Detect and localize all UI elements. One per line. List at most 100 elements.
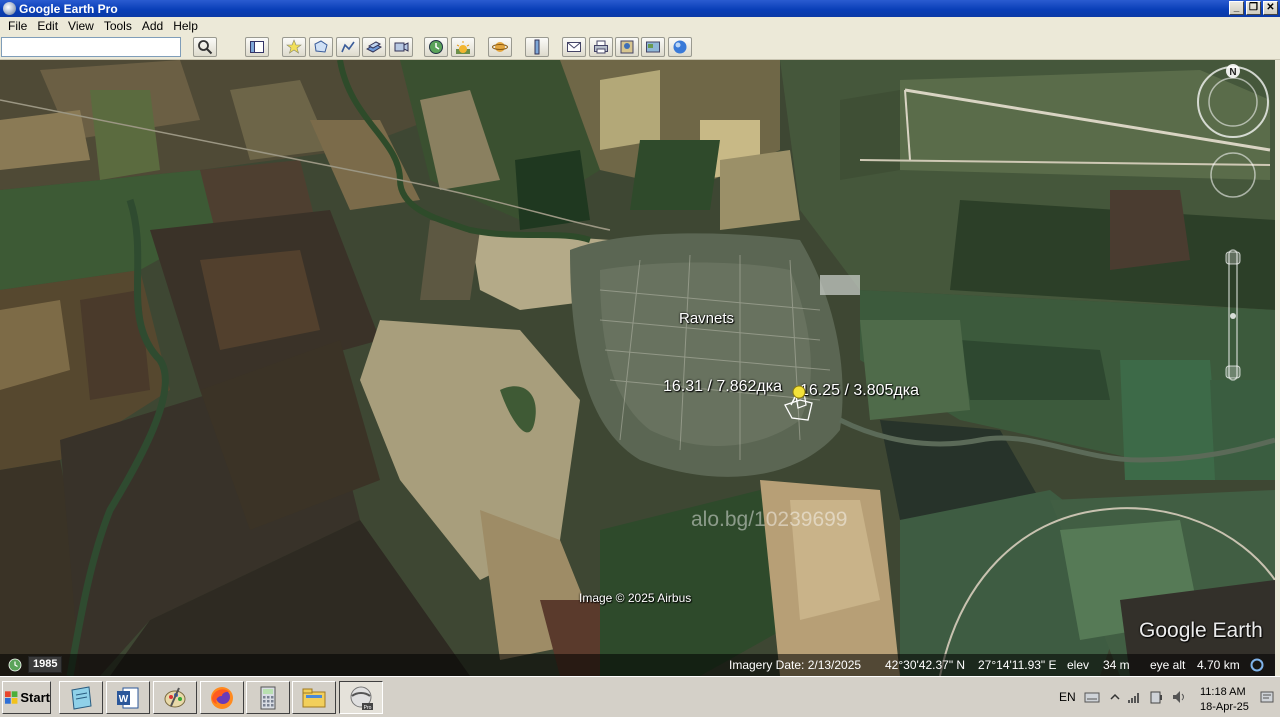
restore-button[interactable]: ❐ (1246, 1, 1261, 15)
print-button[interactable] (589, 37, 613, 57)
print-icon (594, 40, 608, 54)
move-ring (1210, 152, 1256, 198)
sunlight-button[interactable] (451, 37, 475, 57)
firefox-icon (211, 686, 233, 709)
imagery-date: Imagery Date: 2/13/2025 (729, 658, 862, 672)
taskbar-paint[interactable] (153, 681, 197, 714)
save-image-button[interactable] (615, 37, 639, 57)
historical-imagery-clock-icon[interactable] (8, 658, 22, 672)
taskbar-word[interactable]: W (106, 681, 150, 714)
clock-time[interactable]: 11:18 AM (1200, 686, 1246, 698)
planets-button[interactable] (488, 37, 512, 57)
toolbar (0, 35, 1280, 60)
image-credit: Image © 2025 Airbus (579, 591, 692, 605)
menu-file[interactable]: File (3, 19, 32, 33)
watermark: alo.bg/10239699 (691, 508, 848, 531)
keyboard-icon[interactable] (1084, 689, 1100, 705)
taskbar-google-earth-pro[interactable]: Pro (339, 681, 383, 714)
streaming-indicator-icon (1250, 658, 1264, 672)
title-bar: Google Earth Pro _ ❐ ✕ (0, 0, 1280, 17)
tour-icon (394, 42, 409, 52)
notifications-icon[interactable] (1259, 689, 1275, 705)
sidebar-icon (250, 41, 264, 53)
search-input[interactable] (1, 37, 181, 57)
taskbar-firefox[interactable] (200, 681, 244, 714)
word-icon: W (117, 687, 139, 708)
sunlight-icon (456, 41, 470, 54)
email-icon (567, 42, 581, 52)
email-button[interactable] (562, 37, 586, 57)
network-signal-icon[interactable] (1126, 689, 1142, 705)
menu-tools[interactable]: Tools (99, 19, 137, 33)
google-maps-button[interactable] (668, 37, 692, 57)
add-polygon-button[interactable] (309, 37, 333, 57)
show-hidden-icons-icon[interactable] (1107, 689, 1123, 705)
path-icon (341, 41, 355, 53)
navigation-controls[interactable]: N (1192, 60, 1272, 400)
system-tray: EN 11:18 AM 18-Apr-25 (1054, 679, 1278, 715)
map-image-button[interactable] (641, 37, 665, 57)
place-label[interactable]: Ravnets (679, 310, 734, 327)
parcel-label-1[interactable]: 16.31 / 7.862дка (663, 378, 782, 396)
start-label: Start (20, 690, 50, 705)
historical-year-badge[interactable]: 1985 (28, 656, 63, 673)
ruler-icon (534, 39, 540, 55)
close-button[interactable]: ✕ (1263, 1, 1278, 15)
menu-edit[interactable]: Edit (32, 19, 63, 33)
ruler-button[interactable] (525, 37, 549, 57)
latitude: 42°30'42.37" N (885, 658, 966, 672)
google-maps-icon (673, 40, 687, 54)
elev-value: 34 m (1103, 658, 1130, 672)
language-indicator[interactable]: EN (1059, 690, 1076, 704)
image-overlay-button[interactable] (362, 37, 386, 57)
paint-icon (164, 687, 186, 707)
add-path-button[interactable] (336, 37, 360, 57)
start-button[interactable]: Start (2, 681, 51, 714)
compass-north-label: N (1229, 67, 1236, 78)
zoom-out-button (1225, 365, 1241, 379)
save-image-icon (620, 40, 634, 54)
minimize-button[interactable]: _ (1229, 1, 1244, 15)
zoom-in-button (1225, 251, 1241, 265)
planets-icon (492, 42, 508, 52)
placemark-icon (286, 39, 302, 54)
svg-text:Pro: Pro (364, 705, 372, 711)
search-icon (198, 40, 213, 55)
status-bar: 1985 Imagery Date: 2/13/2025 42°30'42.37… (0, 654, 1275, 676)
menu-help[interactable]: Help (168, 19, 203, 33)
notepad-icon (71, 685, 92, 710)
satellite-imagery (0, 60, 1275, 676)
explorer-icon (302, 688, 326, 707)
historical-imagery-button[interactable] (424, 37, 448, 57)
clock-date[interactable]: 18-Apr-25 (1200, 701, 1249, 713)
window-title: Google Earth Pro (19, 1, 118, 16)
svg-text:W: W (119, 694, 129, 705)
pushpin-icon[interactable] (788, 385, 808, 407)
google-earth-pro-icon: Pro (350, 686, 373, 711)
taskbar: Start W Pro EN 11:18 AM 18-Apr-25 (0, 676, 1280, 717)
windows-logo-icon (5, 690, 18, 704)
menu-add[interactable]: Add (137, 19, 168, 33)
taskbar-explorer[interactable] (292, 681, 336, 714)
taskbar-notepad[interactable] (59, 681, 103, 714)
zoom-slider-handle (1230, 313, 1236, 319)
taskbar-calculator[interactable] (246, 681, 290, 714)
elev-label: elev (1067, 658, 1090, 672)
google-earth-app-icon (3, 2, 16, 15)
search-button[interactable] (193, 37, 217, 57)
sidebar-button[interactable] (245, 37, 269, 57)
google-earth-logo: Google Earth (1139, 619, 1263, 642)
map-view[interactable]: Ravnets 16.31 / 7.862дка 16.25 / 3.805дк… (0, 60, 1275, 676)
record-tour-button[interactable] (389, 37, 413, 57)
menu-bar: File Edit View Tools Add Help (0, 17, 1280, 35)
volume-icon[interactable] (1171, 689, 1187, 705)
longitude: 27°14'11.93" E (978, 658, 1057, 672)
parcel-label-2[interactable]: 16.25 / 3.805дка (800, 382, 919, 400)
menu-view[interactable]: View (63, 19, 99, 33)
power-icon[interactable] (1148, 689, 1164, 705)
overlay-icon (366, 41, 382, 53)
eye-alt-label: eye alt (1150, 658, 1186, 672)
calculator-icon (260, 686, 276, 709)
window-edge (1275, 60, 1280, 676)
add-placemark-button[interactable] (282, 37, 306, 57)
